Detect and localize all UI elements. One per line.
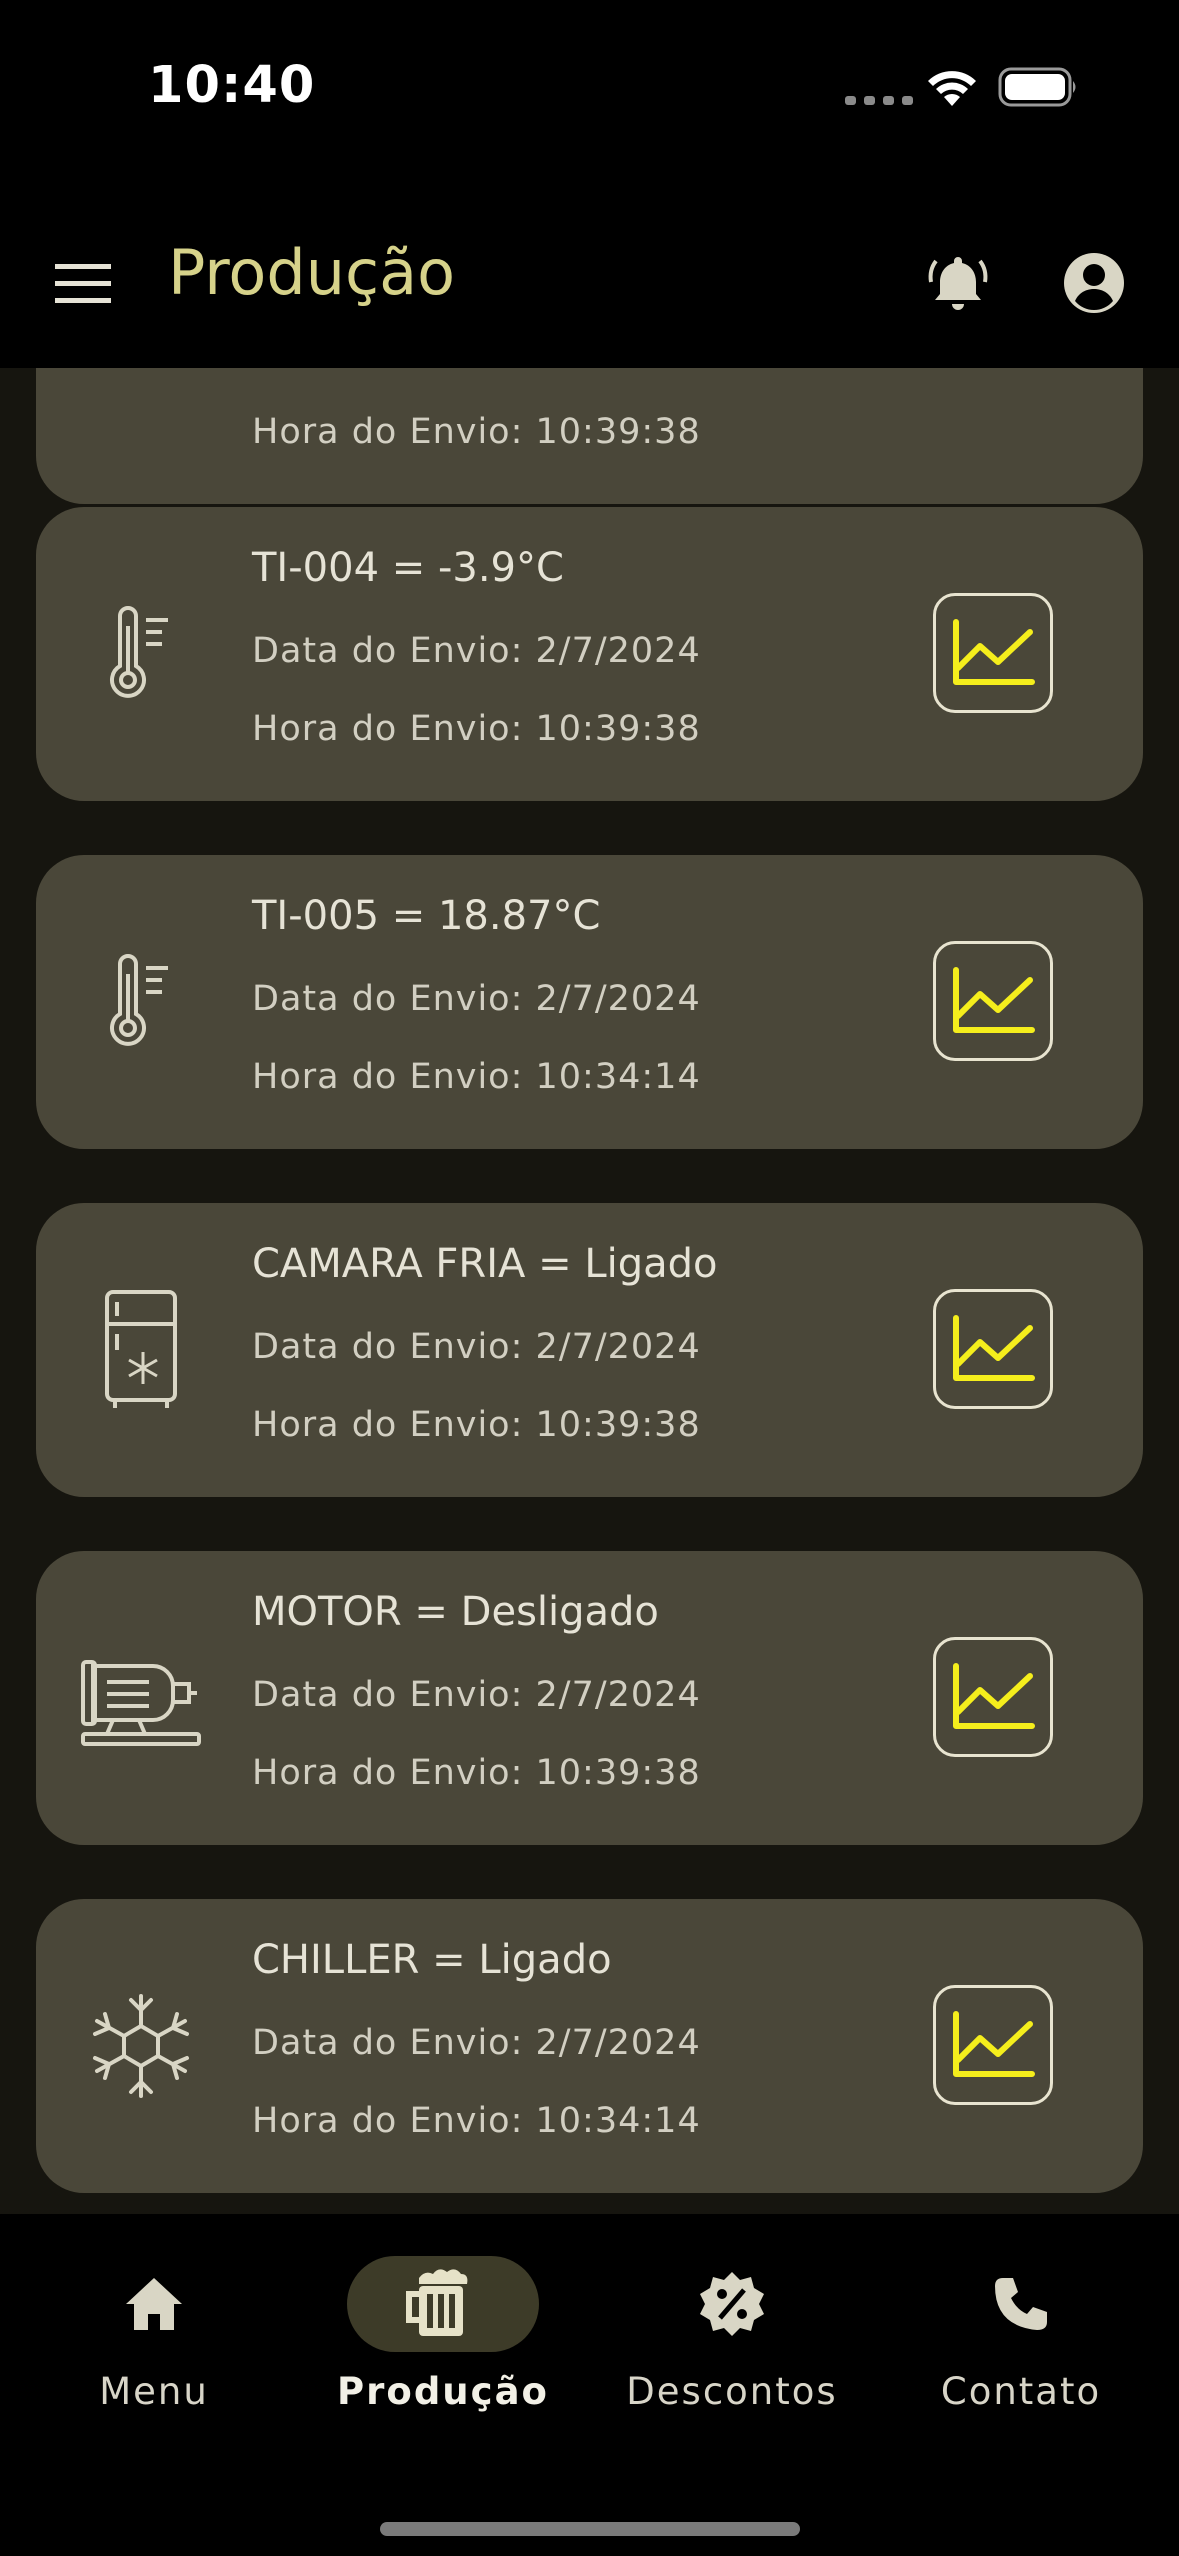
bell-ringing-icon xyxy=(928,257,988,310)
hamburger-menu-icon xyxy=(55,264,111,303)
chart-button[interactable] xyxy=(933,1289,1053,1409)
nav-label: Descontos xyxy=(626,2370,838,2413)
line-chart-icon xyxy=(953,967,1035,1033)
nav-pill xyxy=(58,2256,250,2352)
battery-icon xyxy=(998,67,1076,107)
line-chart-icon xyxy=(953,2011,1035,2077)
card-send-time: Hora do Envio: 10:34:14 xyxy=(252,2101,701,2141)
home-indicator xyxy=(380,2522,800,2536)
card-send-time: Hora do Envio: 10:39:38 xyxy=(252,1753,701,1793)
app-bar: Produção xyxy=(0,200,1179,368)
sensor-card-ti-005[interactable]: TI-005 = 18.87°C Data do Envio: 2/7/2024… xyxy=(36,855,1143,1149)
discount-badge-icon xyxy=(700,2272,764,2336)
card-title: MOTOR = Desligado xyxy=(252,1589,659,1635)
card-send-time: Hora do Envio: 10:39:38 xyxy=(252,412,701,452)
card-send-time: Hora do Envio: 10:34:14 xyxy=(252,1057,701,1097)
card-title: CHILLER = Ligado xyxy=(252,1937,612,1983)
card-send-date: Data do Envio: 2/7/2024 xyxy=(252,979,701,1019)
card-send-time: Hora do Envio: 10:39:38 xyxy=(252,1405,701,1445)
card-send-date: Data do Envio: 2/7/2024 xyxy=(252,1675,701,1715)
nav-label: Menu xyxy=(99,2370,209,2413)
nav-pill-active xyxy=(347,2256,539,2352)
chart-button[interactable] xyxy=(933,941,1053,1061)
card-send-date: Data do Envio: 2/7/2024 xyxy=(252,631,701,671)
bottom-navigation: Menu Produção Descontos Contato xyxy=(0,2214,1179,2556)
thermometer-icon xyxy=(76,589,206,719)
card-send-date: Data do Envio: 2/7/2024 xyxy=(252,2023,701,2063)
card-title: TI-004 = -3.9°C xyxy=(252,545,564,591)
chart-button[interactable] xyxy=(933,1637,1053,1757)
beer-mug-icon xyxy=(406,2269,468,2336)
snowflake-chiller-icon xyxy=(76,1981,206,2111)
sensor-card-camara-fria[interactable]: CAMARA FRIA = Ligado Data do Envio: 2/7/… xyxy=(36,1203,1143,1497)
thermometer-icon xyxy=(76,937,206,1067)
account-button[interactable] xyxy=(1054,238,1134,328)
nav-item-descontos[interactable]: Descontos xyxy=(602,2256,862,2436)
chart-button[interactable] xyxy=(933,1985,1053,2105)
nav-pill xyxy=(925,2256,1117,2352)
line-chart-icon xyxy=(953,619,1035,685)
card-send-time: Hora do Envio: 10:39:38 xyxy=(252,709,701,749)
menu-button[interactable] xyxy=(38,244,128,324)
nav-item-producao[interactable]: Produção xyxy=(313,2256,573,2436)
sensor-card-partial[interactable]: Hora do Envio: 10:39:38 xyxy=(36,368,1143,504)
line-chart-icon xyxy=(953,1663,1035,1729)
status-bar: 10:40 xyxy=(0,0,1179,200)
line-chart-icon xyxy=(953,1315,1035,1381)
screen: 10:40 Produção Hora do Envio: 10:39:38 T… xyxy=(0,0,1179,2556)
status-time: 10:40 xyxy=(148,56,316,115)
card-title: CAMARA FRIA = Ligado xyxy=(252,1241,718,1287)
chart-button[interactable] xyxy=(933,593,1053,713)
sensor-card-ti-004[interactable]: TI-004 = -3.9°C Data do Envio: 2/7/2024 … xyxy=(36,507,1143,801)
nav-label: Produção xyxy=(337,2370,549,2413)
notifications-button[interactable] xyxy=(918,238,998,328)
electric-motor-icon xyxy=(76,1633,206,1763)
nav-label: Contato xyxy=(940,2370,1102,2413)
home-icon xyxy=(126,2278,182,2330)
nav-pill xyxy=(636,2256,828,2352)
card-title: TI-005 = 18.87°C xyxy=(252,893,601,939)
sensor-card-chiller[interactable]: CHILLER = Ligado Data do Envio: 2/7/2024… xyxy=(36,1899,1143,2193)
sensor-list[interactable]: Hora do Envio: 10:39:38 TI-004 = -3.9°C … xyxy=(0,368,1179,2214)
nav-item-contato[interactable]: Contato xyxy=(891,2256,1151,2436)
account-circle-icon xyxy=(1064,253,1124,313)
cold-room-fridge-icon xyxy=(76,1285,206,1415)
cellular-signal-icon xyxy=(845,96,913,105)
sensor-card-motor[interactable]: MOTOR = Desligado Data do Envio: 2/7/202… xyxy=(36,1551,1143,1845)
wifi-icon xyxy=(928,71,976,106)
nav-item-menu[interactable]: Menu xyxy=(24,2256,284,2436)
page-title: Produção xyxy=(168,236,456,309)
card-send-date: Data do Envio: 2/7/2024 xyxy=(252,1327,701,1367)
phone-icon xyxy=(995,2278,1047,2330)
